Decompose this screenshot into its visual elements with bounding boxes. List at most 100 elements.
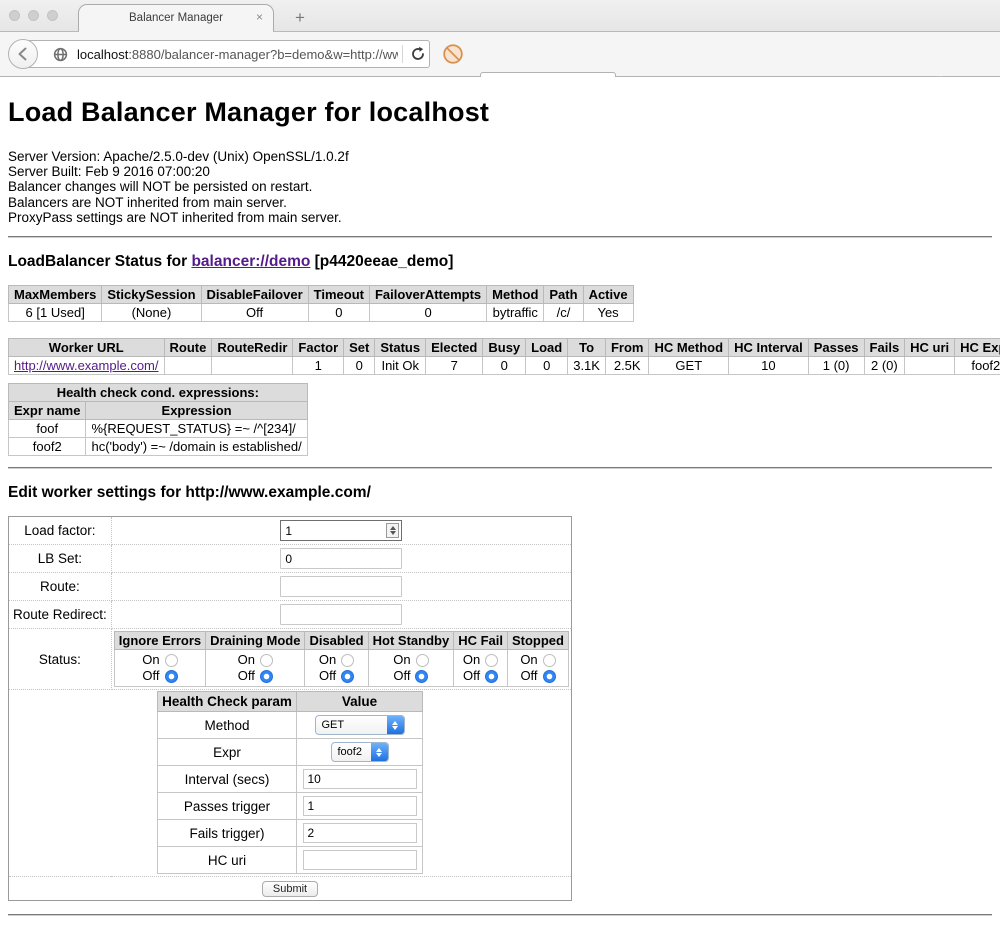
persist-notice-line: Balancer changes will NOT be persisted o… [8, 179, 992, 194]
reload-icon[interactable] [407, 43, 429, 65]
cell-path: /c/ [544, 304, 583, 322]
hot-standby-on-radio[interactable] [416, 654, 429, 667]
divider [8, 236, 992, 238]
hc-interval-input[interactable] [303, 769, 417, 789]
col-failoverattempts: FailoverAttempts [369, 286, 486, 304]
inherit-notice-line: Balancers are NOT inherited from main se… [8, 195, 992, 210]
urlbar-divider [402, 45, 403, 63]
hc-fail-cell: On Off [454, 650, 508, 687]
disabled-on-radio[interactable] [341, 654, 354, 667]
select-stepper-icon [387, 716, 404, 734]
url-path: :8880/balancer-manager?b=demo&w=http://w… [128, 47, 398, 62]
col-worker-url: Worker URL [9, 339, 165, 357]
col-hc-expr: HC Expr [955, 339, 1000, 357]
submit-button[interactable]: Submit [262, 881, 318, 897]
radio-off-label: Off [463, 668, 480, 684]
cell-hc-expr: foof2 [955, 357, 1000, 375]
draining-mode-cell: On Off [206, 650, 305, 687]
worker-status-table: Worker URL Route RouteRedir Factor Set S… [8, 338, 1000, 375]
draining-mode-off-radio[interactable] [260, 670, 273, 683]
page-title: Load Balancer Manager for localhost [8, 97, 992, 128]
submit-row: Submit [9, 877, 572, 901]
tab-close-icon[interactable]: × [256, 11, 263, 24]
hot-standby-off-radio[interactable] [415, 670, 428, 683]
hc-uri-row: HC uri [158, 847, 423, 874]
worker-url-link[interactable]: http://www.example.com/ [14, 358, 159, 373]
browser-tab[interactable]: Balancer Manager × [78, 4, 274, 31]
cell-passes: 1 (0) [808, 357, 864, 375]
col-from: From [605, 339, 649, 357]
balancer-demo-link[interactable]: balancer://demo [191, 253, 310, 270]
hc-fails-input[interactable] [303, 823, 417, 843]
col-ignore-errors: Ignore Errors [114, 632, 205, 650]
col-elected: Elected [426, 339, 483, 357]
ignore-errors-off-radio[interactable] [165, 670, 178, 683]
cell-factor: 1 [293, 357, 344, 375]
ignore-errors-on-radio[interactable] [165, 654, 178, 667]
url-bar[interactable]: localhost:8880/balancer-manager?b=demo&w… [24, 40, 430, 68]
hc-fail-off-radio[interactable] [485, 670, 498, 683]
hc-expr-row: Expr foof2 [158, 739, 423, 766]
route-row: Route: [9, 573, 572, 601]
col-active: Active [583, 286, 633, 304]
route-redirect-row: Route Redirect: [9, 601, 572, 629]
table-row: 6 [1 Used] (None) Off 0 0 bytraffic /c/ … [9, 304, 634, 322]
radio-off-label: Off [238, 668, 255, 684]
route-input[interactable] [280, 576, 402, 597]
cell-stickysession: (None) [102, 304, 201, 322]
window-minimize-button[interactable] [28, 10, 39, 21]
draining-mode-on-radio[interactable] [260, 654, 273, 667]
adblock-icon[interactable] [442, 43, 464, 65]
url-text[interactable]: localhost:8880/balancer-manager?b=demo&w… [77, 47, 398, 62]
col-hc-fail: HC Fail [454, 632, 508, 650]
health-check-expressions-table: Health check cond. expressions: Expr nam… [8, 383, 308, 456]
lb-set-row: LB Set: [9, 545, 572, 573]
hc-method-select[interactable]: GET [315, 715, 405, 735]
window-close-button[interactable] [9, 10, 20, 21]
site-globe-icon[interactable] [49, 43, 71, 65]
hc-header-row: Health Check param Value [158, 692, 423, 712]
cell-load: 0 [526, 357, 568, 375]
col-stopped: Stopped [507, 632, 568, 650]
col-stickysession: StickySession [102, 286, 201, 304]
status-heading-suffix: [p4420eeae_demo] [310, 253, 453, 270]
table-header-row: MaxMembers StickySession DisableFailover… [9, 286, 634, 304]
window-controls [9, 10, 58, 21]
cell-maxmembers: 6 [1 Used] [9, 304, 102, 322]
load-factor-row: Load factor: [9, 517, 572, 545]
hc-expr-select[interactable]: foof2 [331, 742, 389, 762]
status-label: Status: [9, 629, 112, 690]
hc-expr-selected-value: foof2 [332, 746, 371, 758]
window-zoom-button[interactable] [47, 10, 58, 21]
cell-from: 2.5K [605, 357, 649, 375]
hc-passes-input[interactable] [303, 796, 417, 816]
cell-busy: 0 [483, 357, 526, 375]
health-check-params-row: Health Check param Value Method GET [9, 690, 572, 877]
url-domain: localhost [77, 47, 128, 62]
hc-fails-label: Fails trigger) [158, 820, 297, 847]
hc-fail-on-radio[interactable] [485, 654, 498, 667]
lb-set-input[interactable] [280, 548, 402, 569]
tab-title: Balancer Manager [129, 12, 223, 24]
expr-table-title: Health check cond. expressions: [9, 384, 308, 402]
hc-uri-input[interactable] [303, 850, 417, 870]
table-row: http://www.example.com/ 1 0 Init Ok 7 0 … [9, 357, 1000, 375]
cell-hc-uri [905, 357, 955, 375]
disabled-off-radio[interactable] [341, 670, 354, 683]
cell-timeout: 0 [308, 304, 369, 322]
new-tab-button[interactable]: + [295, 8, 305, 28]
number-spinner-icon[interactable] [386, 523, 399, 538]
col-expr-name: Expr name [9, 402, 86, 420]
cell-set: 0 [344, 357, 375, 375]
radio-off-label: Off [319, 668, 336, 684]
titlebar: Balancer Manager × + [0, 0, 1000, 31]
route-redirect-input[interactable] [280, 604, 402, 625]
stopped-on-radio[interactable] [543, 654, 556, 667]
cell-elected: 7 [426, 357, 483, 375]
col-fails: Fails [864, 339, 905, 357]
route-label: Route: [9, 573, 112, 601]
hc-uri-label: HC uri [158, 847, 297, 874]
load-factor-input[interactable] [280, 520, 402, 541]
back-button[interactable] [8, 39, 38, 69]
stopped-off-radio[interactable] [543, 670, 556, 683]
